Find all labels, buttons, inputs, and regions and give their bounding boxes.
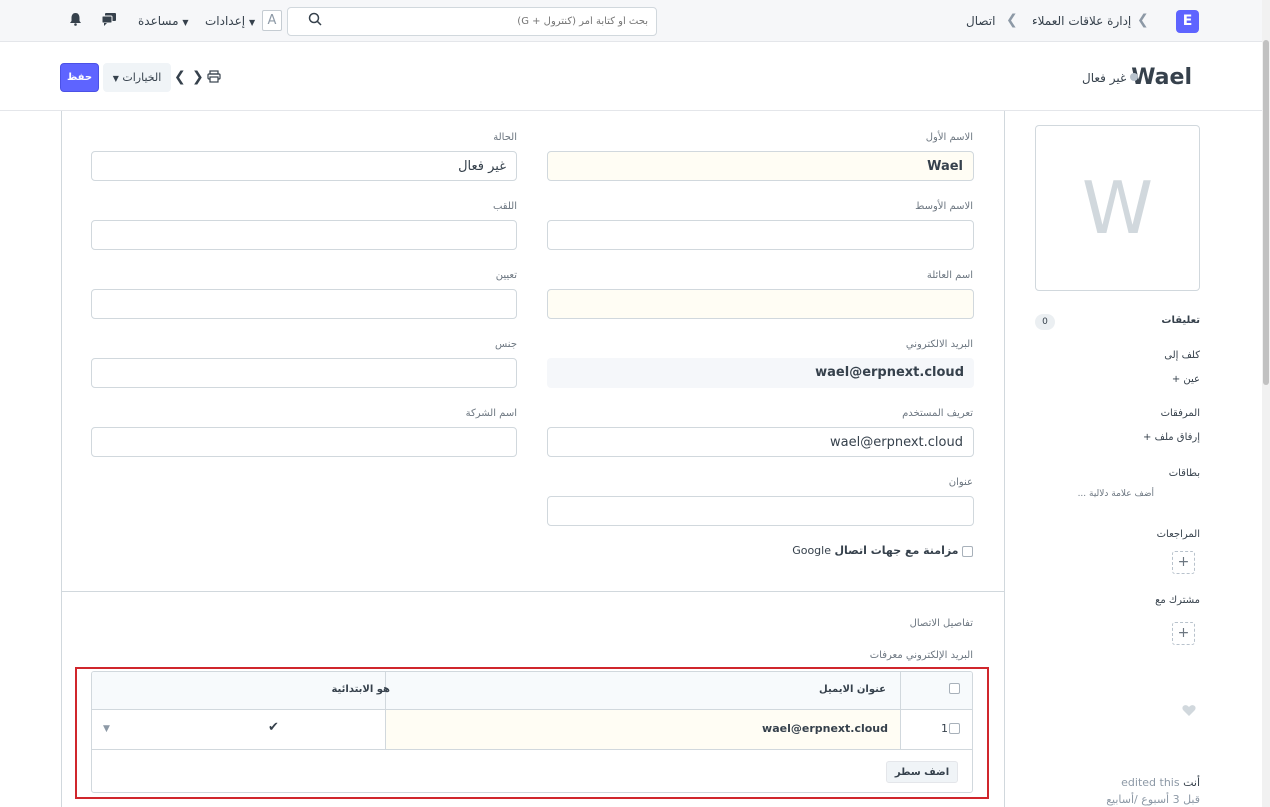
settings-menu[interactable]: ▼ إعدادات: [205, 14, 255, 28]
email-label: البريد الالكتروني: [905, 339, 973, 350]
next-icon[interactable]: ❯: [192, 69, 204, 85]
user-id-label: تعريف المستخدم: [902, 408, 973, 419]
row-index: 1: [941, 722, 948, 735]
status-select[interactable]: [91, 151, 517, 181]
contact-details-heading: تفاصيل الاتصال: [909, 618, 973, 629]
assigned-to-label: كلف إلى: [1164, 350, 1200, 361]
chevron-left-icon: ❮: [1006, 12, 1018, 28]
page-title: Wael: [1131, 65, 1192, 90]
google-sync-checkbox[interactable]: [962, 545, 973, 557]
row-is-primary-check: ✔: [268, 720, 279, 735]
search-input[interactable]: [318, 8, 648, 35]
search-bar[interactable]: [287, 7, 657, 36]
activity-user: أنت: [1183, 776, 1200, 789]
status-field-label: الحالة: [493, 132, 517, 143]
add-review-button[interactable]: +: [1172, 551, 1195, 574]
activity-time: قبل 3 أسبوع /أسابيع: [1106, 793, 1200, 806]
user-id-input[interactable]: [547, 427, 974, 457]
previous-icon[interactable]: ❮: [174, 69, 186, 85]
attach-label: إرفاق ملف: [1154, 432, 1200, 443]
shared-with-label: مشترك مع: [1155, 595, 1200, 606]
row-email[interactable]: wael@erpnext.cloud: [762, 722, 888, 735]
options-button[interactable]: الخيارات ▼: [103, 63, 171, 92]
tags-label: بطاقات: [1168, 468, 1200, 479]
avatar-letter: W: [1081, 166, 1154, 250]
address-input[interactable]: [547, 496, 974, 526]
heart-icon[interactable]: [1182, 704, 1196, 717]
add-tag-link[interactable]: أضف علامة دلالية ...: [1078, 489, 1154, 499]
middle-name-label: الاسم الأوسط: [915, 201, 973, 212]
email-ids-label: البريد الإلكتروني معرفات: [869, 650, 973, 661]
row-checkbox[interactable]: [949, 723, 960, 734]
company-name-label: اسم الشركة: [465, 408, 517, 419]
attachments-label: المرفقات: [1160, 408, 1200, 419]
activity-action: edited this: [1121, 776, 1180, 789]
designation-input[interactable]: [91, 289, 517, 319]
chevron-left-icon: ❮: [1137, 12, 1149, 28]
settings-label: إعدادات: [205, 14, 246, 28]
reviews-label: المراجعات: [1156, 529, 1200, 540]
options-label: الخيارات: [122, 71, 162, 84]
plus-icon: +: [1143, 432, 1152, 443]
contact-image[interactable]: W: [1035, 125, 1200, 291]
company-name-input[interactable]: [91, 427, 517, 457]
page-head: [0, 42, 1262, 111]
assign-link[interactable]: عين +: [1172, 374, 1200, 385]
salutation-input[interactable]: [91, 220, 517, 250]
caret-down-icon: ▼: [112, 74, 119, 83]
assign-label: عين: [1183, 374, 1200, 385]
caret-down-icon: ▼: [248, 18, 256, 27]
plus-icon: +: [1171, 374, 1181, 385]
first-name-label: الاسم الأول: [925, 132, 973, 143]
row-dropdown-icon[interactable]: ▼: [103, 724, 110, 734]
caret-down-icon: ▼: [182, 18, 189, 27]
status-label: غير فعال: [1082, 71, 1127, 85]
add-row-button[interactable]: اضف سطر: [886, 761, 958, 783]
print-icon[interactable]: [207, 70, 221, 83]
salutation-label: اللقب: [492, 201, 517, 212]
address-label: عنوان: [948, 477, 973, 488]
middle-name-input[interactable]: [547, 220, 974, 250]
column-header-is-primary[interactable]: هو الابتدائية: [331, 684, 390, 695]
help-menu[interactable]: ▼ مساعدة: [138, 14, 189, 28]
status-indicator: [1130, 73, 1138, 81]
column-header-email[interactable]: عنوان الايميل: [819, 684, 886, 695]
last-name-input[interactable]: [547, 289, 974, 319]
attach-file-link[interactable]: إرفاق ملف +: [1143, 432, 1200, 443]
google-sync-label: مزامنة مع جهات اتصال: [834, 544, 959, 557]
select-all-checkbox[interactable]: [949, 683, 960, 694]
gender-label: جنس: [495, 339, 517, 350]
comments-label[interactable]: تعليقات: [1161, 315, 1200, 326]
section-divider: [61, 591, 1005, 592]
bell-icon[interactable]: [69, 12, 82, 26]
google-sync-row[interactable]: مزامنة مع جهات اتصال Google: [792, 544, 973, 557]
gender-input[interactable]: [91, 358, 517, 388]
breadcrumb-crm[interactable]: إدارة علاقات العملاء: [1032, 14, 1131, 28]
email-value: wael@erpnext.cloud: [547, 358, 974, 388]
user-avatar[interactable]: A: [262, 10, 282, 31]
help-label: مساعدة: [138, 14, 179, 28]
email-ids-table: عنوان الايميل هو الابتدائية 1 wael@erpne…: [91, 671, 973, 793]
scrollbar-thumb[interactable]: [1263, 40, 1269, 385]
first-name-input[interactable]: [547, 151, 974, 181]
add-share-button[interactable]: +: [1172, 622, 1195, 645]
search-icon: [308, 12, 322, 26]
designation-label: تعيين: [495, 270, 517, 281]
comments-count-badge: 0: [1035, 314, 1055, 330]
last-name-label: اسم العائلة: [926, 270, 973, 281]
google-sync-label-google: Google: [792, 544, 831, 557]
save-button[interactable]: حفظ: [60, 63, 99, 92]
activity-entry: أنت edited this: [1121, 776, 1200, 789]
chat-icon[interactable]: [101, 12, 117, 26]
breadcrumb-contact[interactable]: اتصال: [966, 14, 995, 28]
app-logo[interactable]: E: [1176, 10, 1199, 33]
